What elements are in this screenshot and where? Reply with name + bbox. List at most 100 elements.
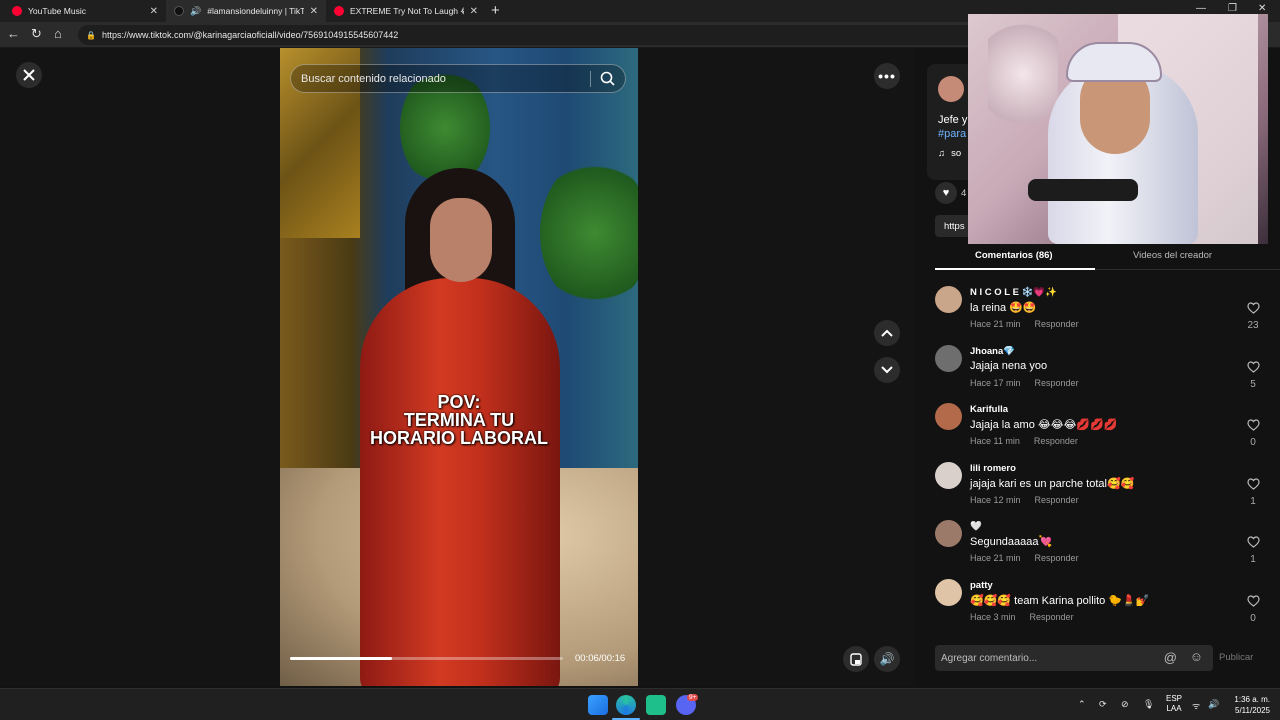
video-player[interactable]: Buscar contenido relacionado POV: TERMIN… — [280, 48, 638, 686]
close-window-icon[interactable]: ✕ — [1258, 3, 1266, 14]
commenter-name[interactable]: Karifulla — [970, 404, 1008, 415]
commenter-avatar[interactable] — [935, 344, 962, 372]
comment-meta: Hace 21 min Responder — [970, 319, 1093, 329]
heart-outline-icon[interactable] — [1246, 419, 1260, 431]
sound-name: so — [951, 148, 962, 159]
wifi-icon[interactable]: ᯤ — [1192, 699, 1200, 712]
reply-button[interactable]: Responder — [1035, 319, 1079, 329]
home-icon[interactable]: ⌂ — [54, 27, 62, 41]
floating-player-button[interactable] — [843, 646, 869, 672]
url-text: https://www.tiktok.com/@karinagarciaofic… — [101, 30, 399, 40]
reply-button[interactable]: Responder — [1035, 553, 1079, 563]
comment-like-count: 0 — [1250, 613, 1256, 624]
minimize-icon[interactable]: — — [1196, 3, 1206, 14]
video-caption-overlay: POV: TERMINA TU HORARIO LABORAL — [280, 393, 638, 447]
commenter-name[interactable]: patty — [970, 580, 993, 591]
heart-outline-icon[interactable] — [1246, 360, 1260, 373]
emoji-icon[interactable]: ☺ — [1190, 649, 1203, 664]
comment-like[interactable]: 1 — [1244, 477, 1262, 507]
previous-video-button[interactable] — [874, 320, 900, 346]
close-tab-icon[interactable]: ✕ — [310, 6, 318, 17]
comment-like[interactable]: 1 — [1244, 535, 1262, 565]
windows-start-icon[interactable] — [588, 695, 608, 715]
commenter-avatar[interactable] — [935, 579, 962, 606]
like-count: 4 — [961, 188, 967, 199]
language-code: ESP — [1166, 694, 1183, 703]
clock-date: 5/11/2025 — [1235, 706, 1270, 715]
close-tab-icon[interactable]: ✕ — [470, 6, 478, 17]
publish-button[interactable]: Publicar — [1219, 652, 1253, 663]
commenter-avatar[interactable] — [935, 403, 962, 431]
hanging-plant — [540, 158, 638, 308]
heart-outline-icon[interactable] — [1246, 478, 1260, 490]
commenter-name[interactable]: Jhoana💎 — [970, 346, 1015, 357]
commenter-name[interactable]: N I C O L E ❄️💗✨ — [970, 287, 1057, 298]
reply-button[interactable]: Responder — [1035, 378, 1079, 388]
browser-tab-youtube-music[interactable]: YouTube Music ✕ — [4, 0, 166, 22]
commenter-name[interactable]: lili romero — [970, 463, 1016, 474]
reply-button[interactable]: Responder — [1035, 495, 1079, 505]
post-caption: Jefe y — [938, 114, 968, 126]
lock-icon[interactable]: 🔒 — [86, 31, 96, 40]
comment-item: Karifulla Jajaja la amo 😂😂😂💋💋💋 Hace 11 min… — [935, 403, 1265, 461]
volume-button[interactable]: 🔊 — [874, 646, 900, 672]
new-tab-button[interactable]: + — [491, 2, 500, 19]
close-tab-icon[interactable]: ✕ — [150, 6, 158, 17]
comment-like-count: 5 — [1250, 378, 1256, 390]
comment-time: Hace 17 min — [970, 377, 1021, 388]
address-bar[interactable]: 🔒 https://www.tiktok.com/@karinagarciaof… — [78, 25, 978, 45]
like-button[interactable]: ♥ — [935, 182, 957, 204]
overlay-line: POV: — [437, 392, 481, 412]
close-viewer-button[interactable] — [16, 62, 42, 88]
heart-outline-icon[interactable] — [1246, 302, 1260, 314]
back-icon[interactable]: ← — [7, 27, 20, 41]
microphone-icon[interactable]: 🎙 — [1143, 699, 1154, 710]
browser-tab-youtube[interactable]: EXTREME Try Not To Laugh 😂 # ✕ — [326, 0, 486, 22]
music-note-icon: ♫ — [938, 148, 946, 159]
tab-creator-videos[interactable]: Videos del creador — [1133, 250, 1212, 261]
comment-like[interactable]: 0 — [1244, 594, 1262, 624]
heart-outline-icon[interactable] — [1246, 536, 1260, 549]
comment-input[interactable]: Agregar comentario... @ ☺ — [935, 645, 1213, 671]
comment-meta: Hace 17 min Responder — [970, 378, 1093, 388]
commenter-avatar[interactable] — [935, 520, 962, 548]
browser-tab-tiktok[interactable]: 🔊 #lamansiondeluinny | TikTok ✕ — [166, 0, 326, 22]
related-search-bar[interactable]: Buscar contenido relacionado — [290, 64, 626, 93]
mention-icon[interactable]: @ — [1164, 650, 1177, 665]
chevron-up-icon — [881, 329, 893, 337]
next-video-button[interactable] — [874, 357, 900, 383]
tab-title: YouTube Music — [28, 6, 86, 16]
edge-icon[interactable] — [616, 695, 636, 715]
comment-item: Jhoana💎 Jajaja nena yoo Hace 17 min Respond… — [935, 344, 1265, 403]
reply-button[interactable]: Responder — [1030, 612, 1074, 622]
commenter-name[interactable]: 🤍 — [970, 521, 982, 532]
commenter-avatar[interactable] — [935, 286, 962, 313]
sound-link[interactable]: ♫ so — [938, 148, 961, 159]
refresh-icon[interactable]: ↻ — [31, 27, 42, 41]
comment-like[interactable]: 0 — [1244, 418, 1262, 448]
search-input[interactable]: Buscar contenido relacionado — [301, 73, 446, 85]
creator-avatar[interactable] — [938, 76, 964, 102]
comment-item: N I C O L E ❄️💗✨ la reina 🤩🤩 Hace 21 min Re… — [935, 286, 1265, 344]
app-icon[interactable] — [646, 695, 666, 715]
panel-tabs: Comentarios (86) Videos del creador — [935, 242, 1280, 270]
clock[interactable]: 1:36 a. m. 5/11/2025 — [1228, 694, 1270, 716]
hashtag-link[interactable]: #para — [938, 128, 966, 140]
sync-icon[interactable]: ⟳ — [1099, 699, 1107, 710]
more-options-button[interactable]: ••• — [874, 63, 900, 89]
language-indicator[interactable]: ESP LAA — [1166, 694, 1182, 714]
speaker-icon[interactable]: 🔊 — [190, 6, 201, 17]
network-off-icon[interactable]: ⊘ — [1121, 699, 1129, 710]
reply-button[interactable]: Responder — [1034, 436, 1078, 446]
comment-time: Hace 21 min — [970, 319, 1021, 329]
restore-icon[interactable]: ❐ — [1228, 3, 1237, 14]
search-icon[interactable] — [600, 71, 615, 86]
tab-comments[interactable]: Comentarios (86) — [975, 250, 1053, 261]
comment-like[interactable]: 23 — [1244, 301, 1262, 331]
comment-like[interactable]: 5 — [1244, 360, 1262, 390]
volume-icon[interactable]: 🔊 — [1208, 699, 1219, 710]
progress-bar[interactable] — [290, 657, 563, 660]
heart-outline-icon[interactable] — [1246, 595, 1260, 607]
commenter-avatar[interactable] — [935, 461, 962, 489]
chevron-up-icon[interactable]: ⌃ — [1078, 699, 1086, 710]
